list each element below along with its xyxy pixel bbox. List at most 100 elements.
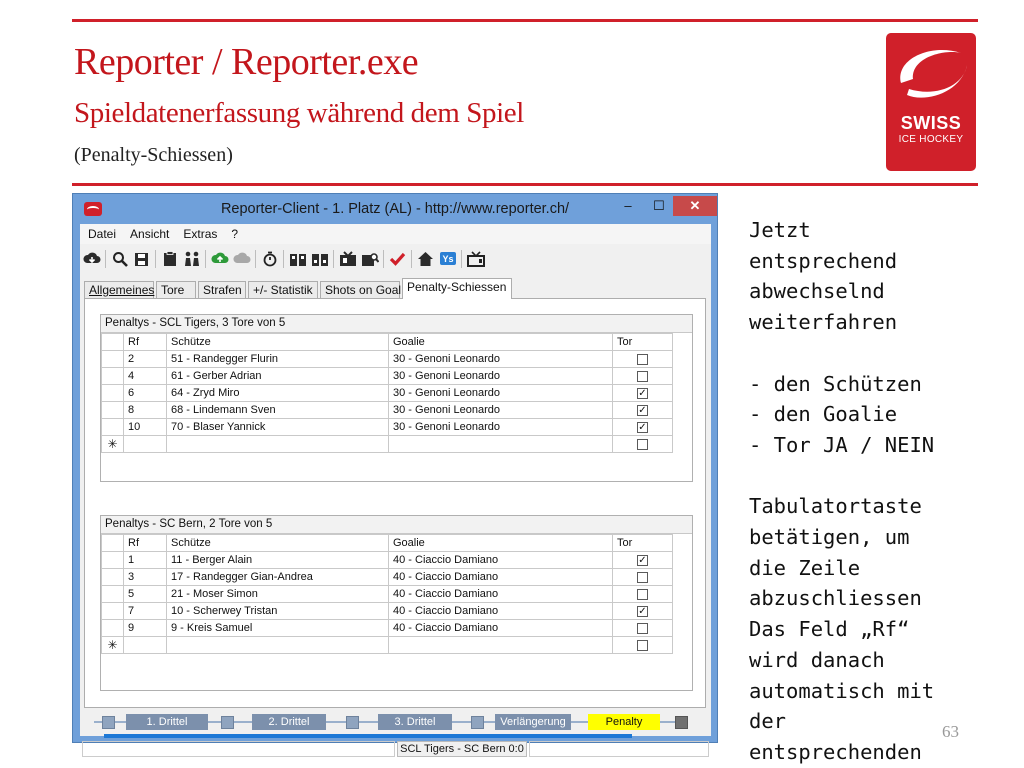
grid-cell-goalie[interactable]: 30 - Genoni Leonardo <box>388 384 613 402</box>
grid-cell-rf[interactable]: 5 <box>123 585 167 603</box>
tv-icon[interactable] <box>466 250 485 269</box>
table-row[interactable]: 99 - Kreis Samuel 40 - Ciaccio Damiano <box>101 619 673 637</box>
grid-cell-shooter[interactable] <box>166 636 389 654</box>
players-icon[interactable] <box>182 250 201 269</box>
tab-allgemeines[interactable]: Allgemeines <box>84 281 154 299</box>
cloud-disabled-icon[interactable] <box>232 250 251 269</box>
new-row[interactable]: ✳ <box>101 636 673 654</box>
team-icon[interactable] <box>338 250 357 269</box>
goal-checkbox[interactable] <box>637 571 648 583</box>
grid-cell-goalie[interactable]: 30 - Genoni Leonardo <box>388 367 613 385</box>
row-selector[interactable] <box>101 367 124 385</box>
menu-ansicht[interactable]: Ansicht <box>122 224 175 241</box>
tab-penalty-schiessen[interactable]: Penalty-Schiessen <box>402 278 512 299</box>
grid-cell-shooter[interactable]: 17 - Randegger Gian-Andrea <box>166 568 389 586</box>
row-selector[interactable] <box>101 602 124 620</box>
save-icon[interactable] <box>132 250 151 269</box>
row-selector[interactable] <box>101 568 124 586</box>
period-3-drittel[interactable]: 3. Drittel <box>378 714 452 730</box>
column-header-goal[interactable]: Tor <box>612 534 673 552</box>
goal-checkbox[interactable]: ✓ <box>637 421 648 433</box>
grid-cell-rf[interactable]: 7 <box>123 602 167 620</box>
row-selector[interactable] <box>101 401 124 419</box>
row-selector[interactable] <box>101 384 124 402</box>
table-row[interactable]: 10 70 - Blaser Yannick 30 - Genoni Leonard… <box>101 418 673 436</box>
home-icon[interactable] <box>416 250 435 269</box>
goal-checkbox[interactable] <box>637 639 648 651</box>
tab-shots-on-goal[interactable]: Shots on Goal <box>320 281 401 299</box>
table-row[interactable]: 1 11 - Berger Alain 40 - Ciaccio Damiano ✓ <box>101 551 673 569</box>
grid-cell-rf[interactable]: 10 <box>123 418 167 436</box>
grid-cell-rf[interactable]: 8 <box>123 401 167 419</box>
grid-cell-shooter[interactable]: 51 - Randegger Flurin <box>166 350 389 368</box>
goal-checkbox[interactable] <box>637 622 648 634</box>
grid-cell-rf[interactable]: 9 <box>123 619 167 637</box>
checkmark-icon[interactable] <box>388 250 407 269</box>
search-icon[interactable] <box>110 250 129 269</box>
goal-checkbox[interactable] <box>637 370 648 382</box>
period-verlaengerung[interactable]: Verlängerung <box>495 714 571 730</box>
menu-datei[interactable]: Datei <box>80 224 122 241</box>
grid-cell-shooter[interactable]: 68 - Lindemann Sven <box>166 401 389 419</box>
grid-cell-goalie[interactable]: 30 - Genoni Leonardo <box>388 418 613 436</box>
upload-cloud-icon[interactable] <box>210 250 229 269</box>
period-1-drittel[interactable]: 1. Drittel <box>126 714 208 730</box>
grid-cell-goalie[interactable]: 30 - Genoni Leonardo <box>388 401 613 419</box>
grid-cell-goalie[interactable] <box>388 435 613 453</box>
lineup-alt-icon[interactable] <box>310 250 329 269</box>
goal-checkbox[interactable] <box>637 588 648 600</box>
column-header-shooter[interactable]: Schütze <box>166 534 389 552</box>
goal-checkbox[interactable] <box>637 353 648 365</box>
row-selector[interactable] <box>101 350 124 368</box>
row-selector[interactable] <box>101 551 124 569</box>
stopwatch-icon[interactable] <box>260 250 279 269</box>
grid-cell-rf[interactable]: 3 <box>123 568 167 586</box>
table-row[interactable]: 2 51 - Randegger Flurin 30 - Genoni Leonar… <box>101 350 673 368</box>
grid-cell-goalie[interactable] <box>388 636 613 654</box>
tab-plus-minus-statistik[interactable]: +/- Statistik <box>248 281 318 299</box>
goal-checkbox[interactable]: ✓ <box>637 387 648 399</box>
table-row[interactable]: 3 17 - Randegger Gian-Andrea 40 - Ciaccio … <box>101 568 673 586</box>
goal-checkbox[interactable]: ✓ <box>637 605 648 617</box>
lineup-icon[interactable] <box>288 250 307 269</box>
table-row[interactable]: 5 21 - Moser Simon 40 - Ciaccio Damiano <box>101 585 673 603</box>
new-row[interactable]: ✳ <box>101 435 673 453</box>
grid-cell-goalie[interactable]: 40 - Ciaccio Damiano <box>388 619 613 637</box>
tab-strafen[interactable]: Strafen <box>198 281 246 299</box>
grid-cell-goalie[interactable]: 40 - Ciaccio Damiano <box>388 602 613 620</box>
grid-cell-goalie[interactable]: 40 - Ciaccio Damiano <box>388 585 613 603</box>
grid-cell-goalie[interactable]: 30 - Genoni Leonardo <box>388 350 613 368</box>
period-penalty[interactable]: Penalty <box>588 714 660 730</box>
row-selector[interactable] <box>101 585 124 603</box>
grid-cell-goalie[interactable]: 40 - Ciaccio Damiano <box>388 551 613 569</box>
column-header-rf[interactable]: Rf <box>123 534 167 552</box>
grid-cell-rf[interactable] <box>123 435 167 453</box>
column-header-goalie[interactable]: Goalie <box>388 534 613 552</box>
grid-cell-rf[interactable]: 2 <box>123 350 167 368</box>
table-row[interactable]: 6 64 - Zryd Miro 30 - Genoni Leonardo ✓ <box>101 384 673 402</box>
row-selector[interactable] <box>101 418 124 436</box>
download-cloud-icon[interactable] <box>82 250 101 269</box>
minimize-button[interactable]: – <box>621 196 635 216</box>
grid-cell-rf[interactable]: 1 <box>123 551 167 569</box>
grid-cell-shooter[interactable] <box>166 435 389 453</box>
yes-badge-icon[interactable]: Ys <box>438 250 457 269</box>
row-selector[interactable] <box>101 619 124 637</box>
tab-tore[interactable]: Tore <box>156 281 196 299</box>
grid-cell-goalie[interactable]: 40 - Ciaccio Damiano <box>388 568 613 586</box>
team-search-icon[interactable] <box>360 250 379 269</box>
table-row[interactable]: 7 10 - Scherwey Tristan 40 - Ciaccio Damia… <box>101 602 673 620</box>
grid-cell-shooter[interactable]: 21 - Moser Simon <box>166 585 389 603</box>
menu-extras[interactable]: Extras <box>175 224 223 241</box>
menu-help[interactable]: ? <box>223 224 244 241</box>
clipboard-icon[interactable] <box>160 250 179 269</box>
column-header-goal[interactable]: Tor <box>612 333 673 351</box>
close-button[interactable]: ✕ <box>673 196 717 216</box>
period-2-drittel[interactable]: 2. Drittel <box>252 714 326 730</box>
table-row[interactable]: 4 61 - Gerber Adrian 30 - Genoni Leonardo <box>101 367 673 385</box>
column-header-shooter[interactable]: Schütze <box>166 333 389 351</box>
grid-cell-rf[interactable]: 4 <box>123 367 167 385</box>
goal-checkbox[interactable] <box>637 438 648 450</box>
column-header-goalie[interactable]: Goalie <box>388 333 613 351</box>
goal-checkbox[interactable]: ✓ <box>637 404 648 416</box>
